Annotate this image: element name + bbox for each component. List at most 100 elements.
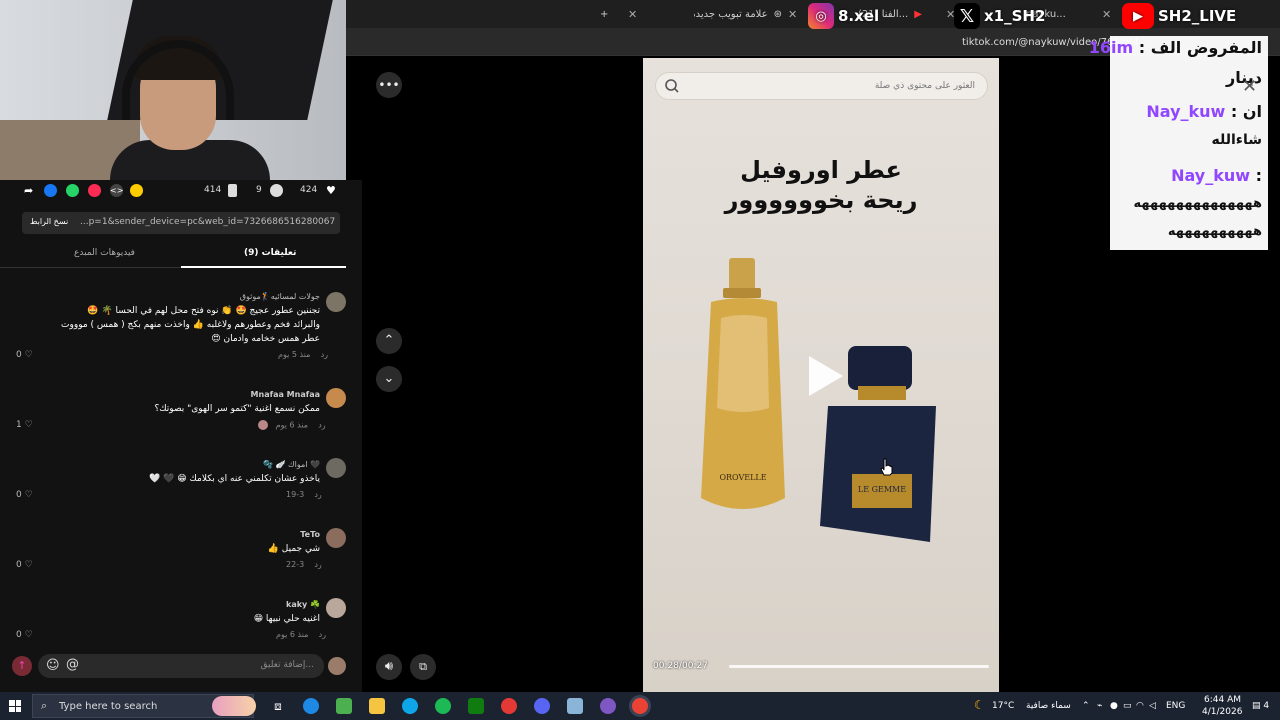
comment-author[interactable]: 🫧 🪽 امواك 🖤 bbox=[263, 460, 320, 469]
embed-icon[interactable]: <> bbox=[110, 184, 123, 197]
edge-icon[interactable] bbox=[402, 698, 418, 714]
copy-link-button[interactable]: نسخ الرابط bbox=[30, 217, 68, 226]
comment-meta: رد 3-19 bbox=[286, 490, 322, 499]
comment-like[interactable]: 1 ♡ bbox=[16, 420, 33, 430]
like-count: 0 bbox=[16, 560, 22, 570]
chat-username: 16im bbox=[1088, 38, 1134, 57]
chrome-icon[interactable] bbox=[632, 698, 648, 714]
obs-icon[interactable] bbox=[501, 698, 517, 714]
comment-text: شي جميل 👍 bbox=[267, 544, 320, 554]
copilot-icon[interactable] bbox=[303, 698, 319, 714]
video-player[interactable]: العثور على محتوى ذي صلة عطر اوروفيل ريحة… bbox=[643, 58, 999, 692]
clock-date[interactable]: 4/1/2026 bbox=[1202, 707, 1242, 717]
bookmark-icon[interactable] bbox=[228, 184, 237, 197]
avatar[interactable] bbox=[326, 528, 346, 548]
comment-like[interactable]: 0 ♡ bbox=[16, 560, 33, 570]
volume-button[interactable]: 🔊︎ bbox=[376, 654, 402, 680]
language-indicator[interactable]: ENG bbox=[1166, 701, 1185, 711]
instagram-icon: ◎ bbox=[808, 3, 834, 29]
comment-meta: رد 3-22 bbox=[286, 560, 322, 569]
comments-panel: ➦ <> 414 9 424 ♥ نسخ الرابط ...p=1&sende… bbox=[0, 180, 362, 692]
notification-icon[interactable]: ▤ 4 bbox=[1252, 701, 1269, 711]
comment-author[interactable]: kaky ☘️ bbox=[286, 600, 320, 609]
video-link-text: ...p=1&sender_device=pc&web_id=732668651… bbox=[80, 217, 336, 227]
comment-meta: رد منذ 5 يوم bbox=[278, 350, 328, 359]
tab-creator-videos[interactable]: فيديوهات المبدع bbox=[74, 248, 135, 258]
avatar[interactable] bbox=[326, 458, 346, 478]
mic-icon[interactable]: ● bbox=[1110, 701, 1118, 711]
tab-close-icon[interactable]: ✕ bbox=[1102, 4, 1111, 24]
file-explorer-icon[interactable] bbox=[369, 698, 385, 714]
related-search-bar[interactable]: العثور على محتوى ذي صلة bbox=[655, 72, 988, 100]
xbox-icon[interactable] bbox=[468, 698, 484, 714]
wifi-icon[interactable]: ◠ bbox=[1136, 701, 1144, 711]
moon-weather-icon: ☾ bbox=[974, 698, 985, 712]
task-view-icon[interactable]: ⧈ bbox=[270, 698, 286, 714]
send-icon[interactable] bbox=[88, 184, 101, 197]
chat-username: Nay_kuw bbox=[1171, 166, 1251, 185]
tab-close-icon[interactable]: ✕ bbox=[788, 4, 797, 24]
clock-time[interactable]: 6:44 AM bbox=[1204, 695, 1241, 705]
comment-author[interactable]: جولات لمسائيه🏌️موثوق bbox=[240, 292, 320, 301]
tab-new-tab[interactable]: علامة تبويب جديدة ⊛ bbox=[694, 4, 782, 24]
reply-button[interactable]: رد bbox=[318, 421, 325, 430]
chat-message-text: ههههههههههههههه bbox=[1133, 196, 1262, 211]
play-icon[interactable] bbox=[805, 354, 845, 398]
next-video-button[interactable]: ⌄ bbox=[376, 366, 402, 392]
active-tab-indicator bbox=[181, 266, 346, 268]
heart-outline-icon: ♡ bbox=[24, 630, 33, 640]
comment-input-placeholder: إضافة تعليق... bbox=[260, 660, 314, 670]
video-progress-bar[interactable] bbox=[729, 665, 989, 668]
comment-like[interactable]: 0 ♡ bbox=[16, 630, 33, 640]
webcam-feed bbox=[0, 0, 346, 190]
spotify-icon[interactable] bbox=[435, 698, 451, 714]
speaker-icon[interactable]: ◁ bbox=[1149, 701, 1156, 711]
reply-button[interactable]: رد bbox=[321, 350, 328, 359]
share-icon[interactable]: ➦ bbox=[24, 184, 37, 197]
current-user-avatar bbox=[328, 657, 346, 675]
close-icon[interactable]: ✕ bbox=[1242, 76, 1257, 97]
video-side-area: ••• ⌃ ⌄ 🔊︎ ⧉ bbox=[362, 56, 643, 692]
tray-chevron-icon[interactable]: ⌃ bbox=[1082, 701, 1090, 711]
notepad-icon[interactable] bbox=[567, 698, 583, 714]
comment-like[interactable]: 0 ♡ bbox=[16, 350, 33, 360]
more-options-button[interactable]: ••• bbox=[376, 72, 402, 98]
emoji-icon[interactable] bbox=[130, 184, 143, 197]
comment-time: منذ 5 يوم bbox=[278, 350, 311, 359]
comment-author[interactable]: TeTo bbox=[300, 530, 320, 539]
comment-icon[interactable] bbox=[270, 184, 283, 197]
avatar[interactable] bbox=[326, 598, 346, 618]
picture-in-picture-button[interactable]: ⧉ bbox=[410, 654, 436, 680]
comment-like[interactable]: 0 ♡ bbox=[16, 490, 33, 500]
whatsapp-icon[interactable] bbox=[66, 184, 79, 197]
video-timestamp: 00:28/00:27 bbox=[653, 661, 708, 671]
avatar[interactable] bbox=[326, 292, 346, 312]
reply-button[interactable]: رد bbox=[314, 560, 321, 569]
app-icon[interactable] bbox=[600, 698, 616, 714]
send-comment-button[interactable]: ↑ bbox=[12, 656, 32, 676]
battery-icon[interactable]: ▭ bbox=[1123, 701, 1132, 711]
comment-author[interactable]: Mnafaa Mnafaa bbox=[251, 390, 320, 399]
previous-video-button[interactable]: ⌃ bbox=[376, 328, 402, 354]
weather-text[interactable]: سماء صافية bbox=[1026, 701, 1071, 711]
tab-close-icon[interactable]: ✕ bbox=[628, 4, 637, 24]
network-icon[interactable]: ⌁ bbox=[1097, 701, 1102, 711]
weather-temp[interactable]: 17°C bbox=[992, 701, 1014, 711]
tab-favicon-icon: ⊛ bbox=[773, 8, 782, 20]
discord-icon[interactable] bbox=[534, 698, 550, 714]
new-tab-button[interactable]: + bbox=[600, 4, 608, 24]
chat-username: Nay_kuw bbox=[1146, 102, 1226, 121]
emoji-picker-icon[interactable]: ☺ bbox=[46, 658, 60, 673]
windows-start-icon[interactable] bbox=[9, 700, 21, 712]
facebook-icon[interactable] bbox=[44, 184, 57, 197]
reply-button[interactable]: رد bbox=[314, 490, 321, 499]
avatar[interactable] bbox=[326, 388, 346, 408]
play-store-icon[interactable] bbox=[336, 698, 352, 714]
comment-input[interactable]: ☺ @ إضافة تعليق... bbox=[38, 654, 324, 678]
heart-outline-icon: ♡ bbox=[24, 420, 33, 430]
heart-icon[interactable]: ♥ bbox=[326, 184, 339, 197]
mention-icon[interactable]: @ bbox=[66, 657, 79, 672]
chat-message-text: المفروض الف bbox=[1150, 38, 1262, 57]
reply-button[interactable]: رد bbox=[319, 630, 326, 639]
tab-comments[interactable]: (9) تعليقات bbox=[244, 248, 296, 258]
